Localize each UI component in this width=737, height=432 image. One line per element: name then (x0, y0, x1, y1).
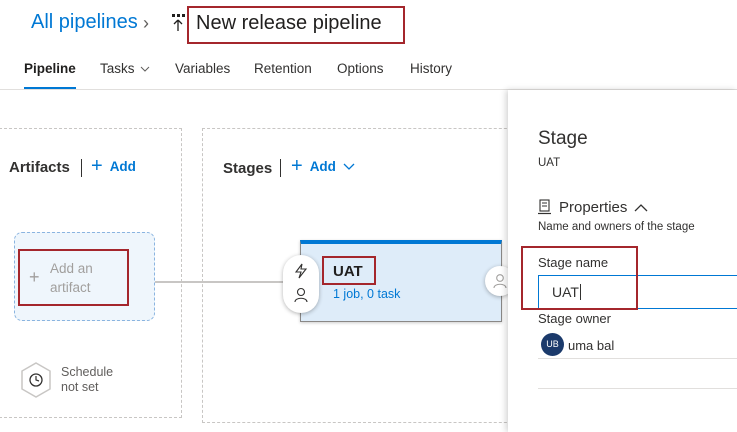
properties-icon (538, 199, 551, 215)
add-stage-label: Add (309, 159, 336, 174)
release-pipeline-icon (172, 14, 185, 31)
page-title[interactable]: New release pipeline (196, 12, 382, 35)
breadcrumb-separator: › (143, 13, 149, 33)
plus-icon: + (29, 267, 40, 287)
stage-owner-name[interactable]: uma bal (568, 338, 614, 353)
add-artifact-button[interactable]: + Add (91, 155, 136, 178)
stage-owner-label: Stage owner (538, 311, 611, 326)
schedule-status: Schedule not set (61, 365, 113, 395)
pre-deployment-conditions[interactable] (283, 255, 319, 313)
person-icon[interactable] (293, 287, 309, 303)
add-stage-button[interactable]: + Add (291, 155, 355, 178)
schedule-line1: Schedule (61, 365, 114, 379)
plus-icon: + (91, 155, 103, 177)
tab-variables[interactable]: Variables (175, 61, 230, 76)
person-icon (493, 274, 507, 289)
add-artifact-line1: Add an (50, 261, 93, 276)
stage-job-summary[interactable]: 1 job, 0 task (333, 287, 400, 301)
properties-description: Name and owners of the stage (538, 221, 695, 233)
avatar: UB (541, 333, 564, 356)
panel-title: Stage (538, 128, 588, 149)
chevron-down-icon (343, 163, 355, 170)
plus-icon: + (291, 155, 303, 177)
properties-label: Properties (559, 199, 628, 216)
stage-name-field-highlight (521, 246, 638, 310)
tab-bar: Pipeline Tasks Variables Retention Optio… (0, 58, 737, 90)
tab-history[interactable]: History (410, 61, 452, 76)
divider (280, 159, 281, 177)
schedule-line2: not set (61, 380, 99, 394)
lightning-icon[interactable] (293, 263, 309, 279)
stage-name[interactable]: UAT (333, 263, 363, 280)
divider (81, 159, 82, 177)
tab-pipeline[interactable]: Pipeline (24, 61, 76, 76)
properties-section-toggle[interactable]: Properties (559, 199, 648, 216)
active-tab-indicator (24, 87, 76, 89)
add-artifact-label: Add (109, 159, 136, 174)
connector-line (155, 281, 301, 283)
breadcrumb-all-pipelines[interactable]: All pipelines (31, 11, 138, 34)
tab-retention[interactable]: Retention (254, 61, 312, 76)
tab-options[interactable]: Options (337, 61, 384, 76)
schedule-icon[interactable] (20, 362, 52, 398)
stages-title: Stages (223, 160, 273, 177)
chevron-down-icon (140, 66, 150, 72)
add-artifact-text[interactable]: Add an artifact (50, 259, 120, 297)
tab-tasks[interactable]: Tasks (100, 61, 150, 76)
section-divider (538, 388, 737, 389)
chevron-up-icon (634, 204, 648, 212)
artifacts-title: Artifacts (9, 159, 70, 176)
add-artifact-line2: artifact (50, 280, 91, 295)
panel-subtitle: UAT (538, 157, 561, 169)
